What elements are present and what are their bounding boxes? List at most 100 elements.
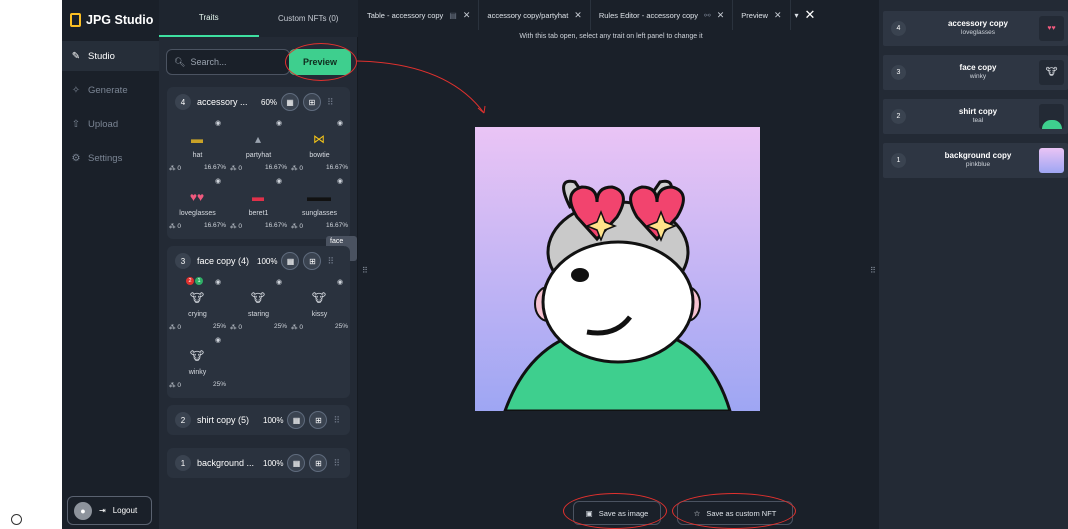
eye-icon[interactable]: ◉ [215, 336, 221, 344]
editor-tabs: Table - accessory copy ▤ ✕ accessory cop… [359, 0, 863, 30]
tab-accessory-partyhat[interactable]: accessory copy/partyhat ✕ [479, 0, 591, 30]
eye-icon[interactable]: ◉ [337, 177, 343, 185]
group-name: background ... [197, 458, 255, 468]
group-number: 2 [175, 412, 191, 428]
drag-handle-icon[interactable]: ⠿ [327, 97, 334, 108]
table-icon: ▤ [449, 10, 457, 20]
layer-name: accessory copy [947, 19, 1009, 28]
eye-icon[interactable]: ◉ [215, 119, 221, 127]
trait-percent: 16.67% [203, 222, 226, 229]
nav-item-label: Settings [88, 152, 123, 164]
badge-green: 1 [195, 277, 203, 285]
tab-rules-editor[interactable]: Rules Editor - accessory copy ⚯ ✕ [591, 0, 734, 30]
group-header[interactable]: 4 accessory ... 60% ▦ ⊞ ⠿ [167, 87, 350, 117]
trait-percent: 16.67% [264, 164, 287, 171]
trait-percent: 16.67% [325, 164, 348, 171]
layer-accessory[interactable]: 4 accessory copy loveglasses ♥♥ [883, 11, 1068, 46]
search-input[interactable]: 🔍︎ Search... [166, 49, 290, 75]
splitter-handle-right-icon[interactable]: ⠿ [870, 266, 876, 275]
group-header[interactable]: 2 shirt copy (5) 100% ▦ ⊞ ⠿ [167, 405, 350, 435]
grid-view-icon[interactable]: ▦ [281, 93, 300, 111]
drag-handle-icon[interactable]: ⠿ [327, 256, 334, 267]
trait-label: loveglasses [179, 210, 216, 217]
layers-panel: 4 accessory copy loveglasses ♥♥ 3 face c… [879, 0, 1068, 529]
tab-custom-nfts[interactable]: Custom NFTs (0) [259, 0, 359, 37]
trait-cell-staring[interactable]: ◉ 🐮︎ staring ⁂ 0 25% [228, 276, 289, 334]
nav-item-generate[interactable]: ✧ Generate [62, 75, 159, 105]
close-icon[interactable]: ✕ [717, 10, 725, 21]
background-thumbnail [1039, 148, 1064, 173]
group-number: 1 [175, 455, 191, 471]
trait-label: kissy [311, 311, 328, 318]
trait-cell-winky[interactable]: ◉ 🐮︎ winky ⁂ 0 25% [167, 334, 228, 392]
bowtie-thumbnail: ⋈ [313, 132, 325, 146]
loveglasses-thumbnail: ♥♥ [1039, 16, 1064, 41]
eye-icon[interactable]: ◉ [337, 278, 343, 286]
layer-value: pinkblue [965, 161, 991, 168]
table-view-icon[interactable]: ⊞ [303, 252, 322, 270]
close-icon[interactable]: ✕ [463, 10, 471, 21]
trait-cell-partyhat[interactable]: ◉ ▴ partyhat ⁂ 0 16.67% [228, 117, 289, 175]
trait-cell-hat[interactable]: ◉ ▬ hat ⁂ 0 16.67% [167, 117, 228, 175]
splitter-handle-icon[interactable]: ⠿ [362, 266, 368, 275]
group-header[interactable]: 3 face copy (4) 100% ▦ ⊞ ⠿ [167, 246, 350, 276]
layer-shirt[interactable]: 2 shirt copy teal [883, 99, 1068, 134]
trait-count: ⁂ 0 [169, 165, 181, 172]
cow-face-thumbnail: 🐮︎ [311, 291, 327, 305]
group-name: face copy (4) [197, 256, 250, 266]
trait-label: staring [247, 311, 269, 318]
eye-icon[interactable]: ◉ [276, 177, 282, 185]
eye-icon[interactable]: ◉ [215, 278, 221, 286]
brand[interactable]: JPG Studio [70, 13, 153, 27]
brand-name: JPG Studio [86, 13, 154, 27]
tab-traits[interactable]: Traits [159, 0, 259, 37]
trait-count: ⁂ 0 [230, 165, 242, 172]
group-number: 4 [175, 94, 191, 110]
trait-cell-sunglasses[interactable]: ◉ ▬▬ sunglasses ⁂ 0 16.67% [289, 175, 350, 233]
trait-count: ⁂ 0 [169, 223, 181, 230]
layer-name: background copy [944, 151, 1012, 160]
nav-item-studio[interactable]: ✎ Studio [62, 41, 159, 71]
eye-icon[interactable]: ◉ [276, 119, 282, 127]
layer-value: winky [969, 73, 987, 80]
eye-icon[interactable]: ◉ [337, 119, 343, 127]
eye-icon[interactable]: ◉ [276, 278, 282, 286]
grid-view-icon[interactable]: ▦ [281, 252, 300, 270]
rule-badges: 2 1 [186, 277, 203, 285]
trait-cell-loveglasses[interactable]: ◉ ♥♥ loveglasses ⁂ 0 16.67% [167, 175, 228, 233]
grid-view-icon[interactable]: ▦ [287, 411, 306, 429]
drag-handle-icon[interactable]: ⠿ [333, 415, 340, 426]
document-logo-icon [70, 13, 81, 27]
trait-cell-crying[interactable]: 2 1 ◉ 🐮︎ crying ⁂ 0 25% [167, 276, 228, 334]
rules-icon: ⚯ [704, 10, 711, 20]
logout-arrow-icon: ⇥ [99, 506, 106, 515]
trait-group-face: 3 face copy (4) 100% ▦ ⊞ ⠿ 2 1 ◉ 🐮︎ cryi… [167, 246, 350, 398]
group-percent: 60% [261, 97, 278, 107]
layer-face[interactable]: 3 face copy winky 🐮︎ [883, 55, 1068, 90]
trait-cell-kissy[interactable]: ◉ 🐮︎ kissy ⁂ 0 25% [289, 276, 350, 334]
tab-preview[interactable]: Preview ✕ [733, 0, 791, 30]
group-percent: 100% [257, 256, 278, 266]
eye-icon[interactable]: ◉ [215, 177, 221, 185]
left-nav: JPG Studio ✎ Studio ✧ Generate ⇧ Upload … [62, 0, 159, 529]
table-view-icon[interactable]: ⊞ [303, 93, 322, 111]
tabs-dropdown-icon[interactable]: ▾ [795, 11, 799, 20]
trait-count: ⁂ 0 [230, 223, 242, 230]
close-icon[interactable]: ✕ [574, 10, 582, 21]
tab-table-accessory[interactable]: Table - accessory copy ▤ ✕ [359, 0, 480, 30]
grid-view-icon[interactable]: ▦ [287, 454, 306, 472]
table-view-icon[interactable]: ⊞ [309, 411, 328, 429]
logout-button[interactable]: ● ⇥ Logout [67, 496, 152, 525]
trait-group-accessory: 4 accessory ... 60% ▦ ⊞ ⠿ ◉ ▬ hat ⁂ 0 16.… [167, 87, 350, 239]
close-icon[interactable]: ✕ [774, 10, 782, 21]
drag-handle-icon[interactable]: ⠿ [333, 458, 340, 469]
close-all-icon[interactable]: ✕ [805, 7, 816, 23]
table-view-icon[interactable]: ⊞ [309, 454, 328, 472]
nav-item-upload[interactable]: ⇧ Upload [62, 109, 159, 139]
trait-cell-bowtie[interactable]: ◉ ⋈ bowtie ⁂ 0 16.67% [289, 117, 350, 175]
layer-background[interactable]: 1 background copy pinkblue [883, 143, 1068, 178]
layer-number: 1 [891, 153, 906, 168]
group-header[interactable]: 1 background ... 100% ▦ ⊞ ⠿ [167, 448, 350, 478]
nav-item-settings[interactable]: ⚙ Settings [62, 143, 159, 173]
trait-cell-beret1[interactable]: ◉ ▬ beret1 ⁂ 0 16.67% [228, 175, 289, 233]
